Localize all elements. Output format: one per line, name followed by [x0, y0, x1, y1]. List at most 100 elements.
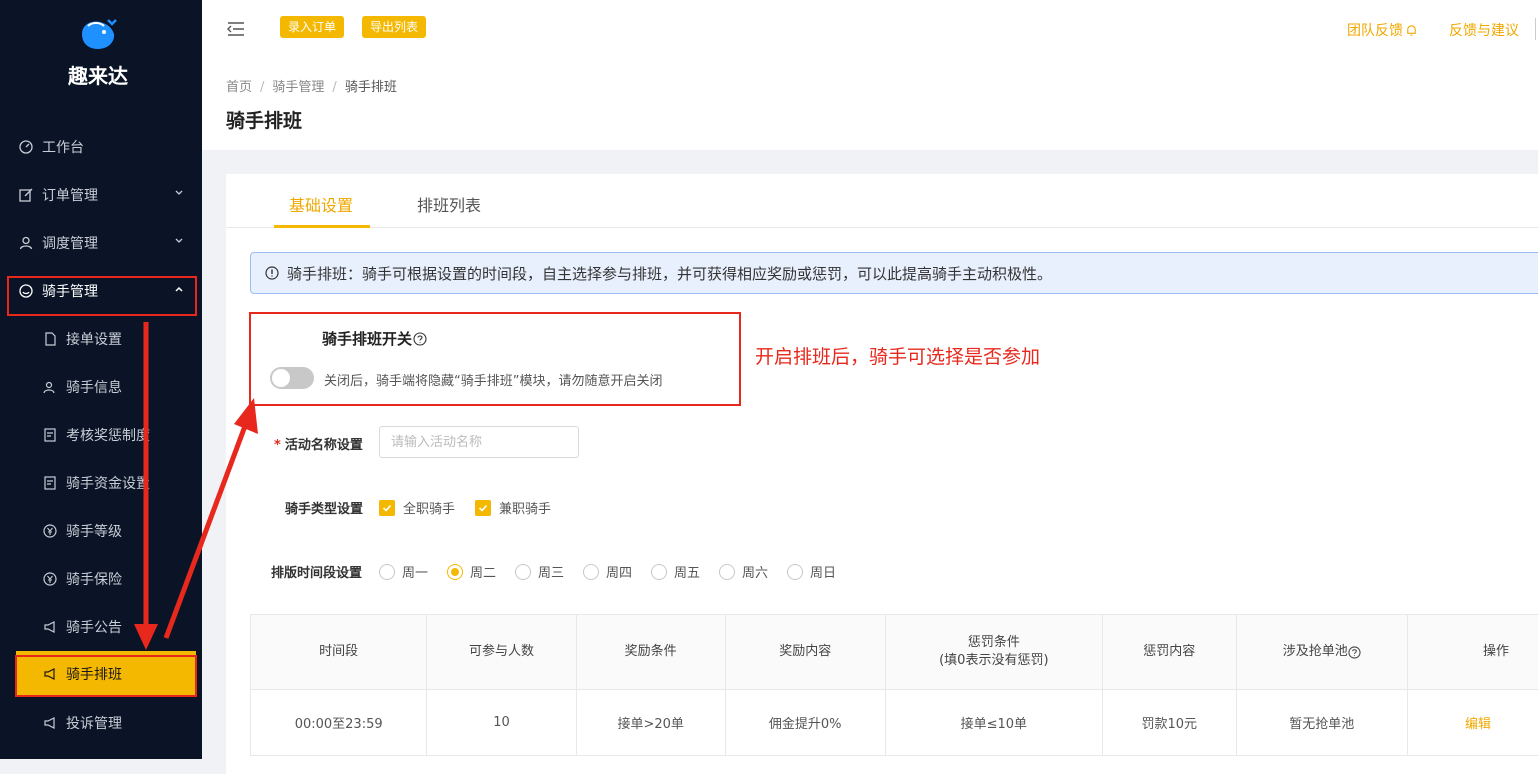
sidebar-item-rider-schedule[interactable]: 骑手排班: [16, 651, 196, 697]
edit-link[interactable]: 编辑: [1465, 717, 1491, 732]
menu-fold-icon[interactable]: [226, 20, 246, 38]
column-header: 奖励内容: [725, 615, 885, 690]
whale-logo-icon: [78, 18, 118, 52]
radio-sunday[interactable]: 周日: [787, 562, 836, 581]
sidebar-item-label: 骑手排班: [66, 664, 122, 684]
table-cell: 佣金提升0%: [725, 690, 885, 756]
table-cell: 暂无抢单池: [1236, 690, 1407, 756]
chevron-up-icon: [174, 284, 184, 294]
sidebar-item-assessment[interactable]: 考核奖惩制度: [0, 411, 202, 459]
breadcrumb-home[interactable]: 首页: [226, 80, 252, 95]
column-header: 可参与人数: [427, 615, 576, 690]
sidebar-item-orders[interactable]: 订单管理: [0, 171, 202, 219]
radio-thursday[interactable]: 周四: [583, 562, 632, 581]
sidebar-item-label: 骑手保险: [66, 569, 122, 589]
radio-label: 周二: [470, 562, 496, 581]
sidebar-item-rider-notice[interactable]: 骑手公告: [0, 603, 202, 651]
column-header-penalty-condition: 惩罚条件(填0表示没有惩罚): [885, 615, 1102, 690]
sidebar-item-label: 考核奖惩制度: [66, 425, 150, 445]
radio-dot: [651, 564, 667, 580]
sidebar-item-label: 投诉管理: [66, 713, 122, 733]
column-header-text: 涉及抢单池: [1283, 643, 1348, 661]
sidebar-item-label: 订单管理: [42, 185, 98, 205]
checkbox-full-time[interactable]: 全职骑手: [379, 498, 455, 517]
sidebar-item-label: 骑手管理: [42, 281, 98, 301]
schedule-toggle[interactable]: [270, 367, 314, 389]
sidebar-item-complaints[interactable]: 投诉管理: [0, 699, 202, 747]
column-header: 惩罚内容: [1102, 615, 1236, 690]
table-row: 00:00至23:59 10 接单>20单 佣金提升0% 接单≤10单 罚款10…: [251, 690, 1538, 756]
annotation-text: 开启排班后，骑手可选择是否参加: [755, 342, 1040, 369]
column-header-grab-pool: 涉及抢单池: [1236, 615, 1407, 690]
check-icon: [475, 500, 491, 516]
content-card: 基础设置 排班列表 骑手排班：骑手可根据设置的时间段，自主选择参与排班，并可获得…: [226, 174, 1538, 774]
sidebar: 趣来达 工作台 订单管理 调度管理 骑手管理 接单设置 骑手信息 考核奖惩制度 …: [0, 0, 202, 759]
sidebar-item-rider-insurance[interactable]: 骑手保险: [0, 555, 202, 603]
sidebar-item-rider-funds[interactable]: 骑手资金设置: [0, 459, 202, 507]
help-icon[interactable]: [413, 332, 427, 346]
schedule-switch-desc: 关闭后，骑手端将隐藏“骑手排班”模块，请勿随意开启关闭: [324, 370, 662, 389]
sidebar-item-label: 调度管理: [42, 233, 98, 253]
sidebar-item-order-settings[interactable]: 接单设置: [0, 315, 202, 363]
help-icon[interactable]: [1348, 646, 1361, 659]
radio-wednesday[interactable]: 周三: [515, 562, 564, 581]
radio-dot: [719, 564, 735, 580]
sidebar-item-rider-level[interactable]: 骑手等级: [0, 507, 202, 555]
sidebar-item-rider-info[interactable]: 骑手信息: [0, 363, 202, 411]
radio-dot: [583, 564, 599, 580]
table-cell: 10: [427, 690, 576, 756]
radio-saturday[interactable]: 周六: [719, 562, 768, 581]
column-header: 奖励条件: [576, 615, 725, 690]
feedback-suggestion-link[interactable]: 反馈与建议: [1449, 20, 1519, 40]
radio-monday[interactable]: 周一: [379, 562, 428, 581]
add-order-button[interactable]: 录入订单: [280, 16, 344, 38]
schedule-switch-title: 骑手排班开关: [322, 328, 427, 349]
table-cell: 接单>20单: [576, 690, 725, 756]
logo[interactable]: 趣来达: [0, 0, 202, 110]
radio-dot: [447, 564, 463, 580]
radio-tuesday[interactable]: 周二: [447, 562, 496, 581]
column-header-subtext: (填0表示没有惩罚): [886, 652, 1102, 670]
top-bar: 录入订单 导出列表 团队反馈 反馈与建议: [202, 0, 1538, 60]
bell-icon: [1405, 24, 1418, 37]
sidebar-item-dispatch[interactable]: 调度管理: [0, 219, 202, 267]
tabs: 基础设置 排班列表: [226, 174, 1538, 228]
schedule-table: 时间段 可参与人数 奖励条件 奖励内容 惩罚条件(填0表示没有惩罚) 惩罚内容 …: [250, 614, 1538, 756]
yen-icon: [42, 571, 58, 587]
radio-label: 周五: [674, 562, 700, 581]
radio-label: 周六: [742, 562, 768, 581]
chevron-down-icon: [174, 188, 184, 198]
chevron-down-icon: [174, 236, 184, 246]
sidebar-item-label: 骑手信息: [66, 377, 122, 397]
notice-text: 骑手排班：骑手可根据设置的时间段，自主选择参与排班，并可获得相应奖励或惩罚，可以…: [287, 263, 1052, 284]
doc-icon: [42, 427, 58, 443]
info-notice: 骑手排班：骑手可根据设置的时间段，自主选择参与排班，并可获得相应奖励或惩罚，可以…: [250, 252, 1538, 294]
checkbox-part-time[interactable]: 兼职骑手: [475, 498, 551, 517]
sidebar-item-workbench[interactable]: 工作台: [0, 123, 202, 171]
sidebar-item-rider-management[interactable]: 骑手管理: [0, 267, 202, 315]
activity-name-input[interactable]: [379, 426, 579, 458]
toggle-knob: [272, 369, 290, 387]
breadcrumb: 首页 / 骑手管理 / 骑手排班: [226, 76, 397, 95]
page-title: 骑手排班: [226, 106, 302, 133]
tab-schedule-list[interactable]: 排班列表: [417, 192, 481, 216]
team-feedback-link[interactable]: 团队反馈: [1347, 20, 1418, 40]
column-header-text: 惩罚条件: [886, 634, 1102, 652]
radio-friday[interactable]: 周五: [651, 562, 700, 581]
table-cell: 00:00至23:59: [251, 690, 427, 756]
export-list-button[interactable]: 导出列表: [362, 16, 426, 38]
breadcrumb-rider-management[interactable]: 骑手管理: [272, 80, 324, 95]
breadcrumb-separator: /: [260, 80, 264, 95]
team-feedback-label: 团队反馈: [1347, 20, 1403, 40]
sidebar-item-label: 骑手资金设置: [66, 473, 150, 493]
radio-label: 周一: [402, 562, 428, 581]
breadcrumb-separator: /: [332, 80, 336, 95]
team-icon: [42, 379, 58, 395]
megaphone-icon: [42, 666, 58, 682]
tab-basic-settings[interactable]: 基础设置: [289, 192, 353, 216]
column-header: 时间段: [251, 615, 427, 690]
radio-label: 周四: [606, 562, 632, 581]
megaphone-icon: [42, 715, 58, 731]
user-icon: [18, 235, 34, 251]
breadcrumb-current: 骑手排班: [345, 80, 397, 95]
